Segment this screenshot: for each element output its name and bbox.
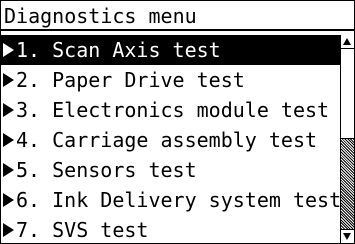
right-pointer-icon	[3, 193, 14, 207]
diagnostics-screen: Diagnostics menu 1. Scan Axis test 2. Pa…	[0, 0, 355, 244]
scroll-down-button[interactable]	[341, 229, 354, 243]
right-pointer-icon	[3, 43, 14, 57]
menu-item-carriage-assembly-test[interactable]: 4. Carriage assembly test	[1, 125, 340, 155]
right-pointer-icon	[3, 133, 14, 147]
menu-item-scan-axis-test[interactable]: 1. Scan Axis test	[1, 35, 340, 65]
menu-item-label: 5. Sensors test	[16, 158, 197, 182]
right-pointer-icon	[3, 163, 14, 177]
menu-item-label: 6. Ink Delivery system test	[16, 188, 340, 212]
right-pointer-icon	[3, 223, 14, 237]
scroll-up-arrow-icon	[343, 38, 351, 45]
right-pointer-icon	[3, 103, 14, 117]
menu-item-ink-delivery-system-test[interactable]: 6. Ink Delivery system test	[1, 185, 340, 215]
menu-scrollbar[interactable]	[340, 35, 354, 243]
scroll-up-button[interactable]	[341, 35, 354, 49]
menu-item-label: 4. Carriage assembly test	[16, 128, 318, 152]
right-pointer-icon	[3, 73, 14, 87]
diagnostics-menu-list: 1. Scan Axis test 2. Paper Drive test 3.…	[1, 35, 340, 243]
scroll-down-arrow-icon	[343, 233, 351, 240]
title-bar: Diagnostics menu	[1, 1, 354, 31]
menu-item-label: 1. Scan Axis test	[16, 38, 221, 62]
menu-item-sensors-test[interactable]: 5. Sensors test	[1, 155, 340, 185]
menu-item-electronics-module-test[interactable]: 3. Electronics module test	[1, 95, 340, 125]
page-title: Diagnostics menu	[4, 4, 197, 28]
menu-item-label: 2. Paper Drive test	[16, 68, 245, 92]
scrollbar-track[interactable]	[341, 139, 354, 229]
menu-item-label: 7. SVS test	[16, 218, 149, 242]
menu-item-paper-drive-test[interactable]: 2. Paper Drive test	[1, 65, 340, 95]
scrollbar-thumb[interactable]	[341, 49, 354, 139]
menu-item-label: 3. Electronics module test	[16, 98, 330, 122]
menu-item-svs-test[interactable]: 7. SVS test	[1, 215, 340, 243]
